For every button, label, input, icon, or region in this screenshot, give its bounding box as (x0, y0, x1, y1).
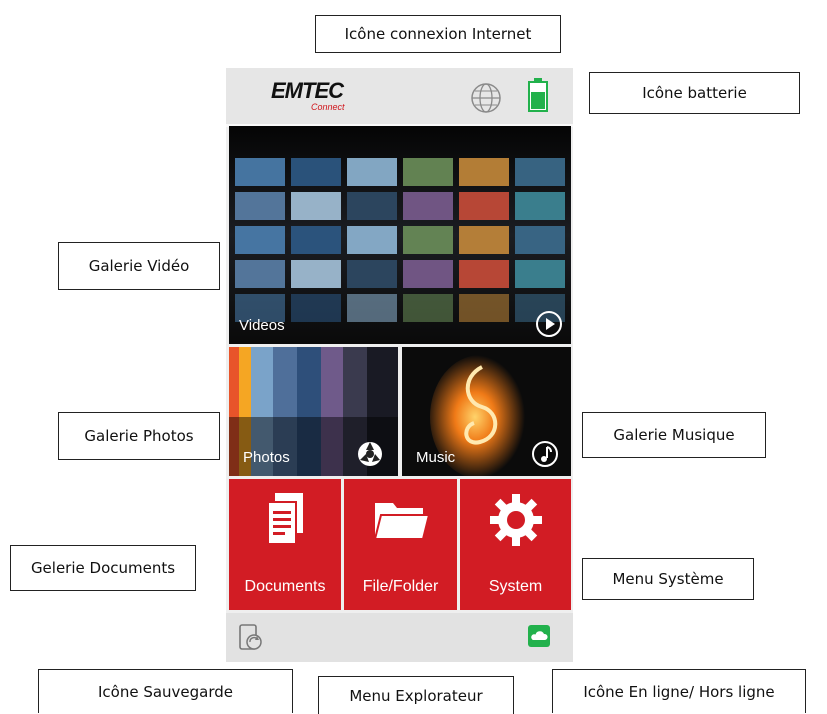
system-tile[interactable]: System (460, 479, 571, 610)
video-thumbnail (235, 192, 285, 220)
app-screen: EMTEC Connect Videos Photos Music Docume… (226, 68, 573, 662)
video-thumbnail (403, 260, 453, 288)
documents-icon (267, 493, 303, 545)
video-thumbnail (515, 158, 565, 186)
documents-label: Documents (244, 578, 326, 595)
video-thumbnail (347, 260, 397, 288)
video-thumbnail (515, 260, 565, 288)
callout-photo-gallery: Galerie Photos (58, 412, 220, 460)
cloud-icon[interactable] (528, 625, 550, 647)
gear-icon (489, 494, 542, 546)
video-wall-image (229, 126, 571, 344)
video-thumbnail (403, 158, 453, 186)
callout-internet: Icône connexion Internet (315, 15, 561, 53)
callout-explorer: Menu Explorateur (318, 676, 514, 714)
video-thumbnail (291, 158, 341, 186)
globe-icon[interactable] (470, 82, 502, 114)
callout-video-gallery: Galerie Vidéo (58, 242, 220, 290)
video-thumbnail (235, 226, 285, 254)
callout-documents-gallery: Gelerie Documents (10, 545, 196, 591)
videos-tile[interactable]: Videos (229, 126, 571, 344)
bottom-bar (226, 613, 573, 662)
photos-tile[interactable]: Photos (229, 347, 398, 476)
video-thumbnail (291, 294, 341, 322)
top-bar: EMTEC Connect (226, 68, 573, 127)
callout-online: Icône En ligne/ Hors ligne (552, 669, 806, 713)
video-thumbnail (459, 158, 509, 186)
callout-battery: Icône batterie (589, 72, 800, 114)
video-thumbnail (291, 260, 341, 288)
video-thumbnail (459, 294, 509, 322)
photos-label: Photos (243, 449, 290, 466)
logo-subtext: Connect (311, 102, 345, 112)
video-thumbnail (347, 192, 397, 220)
video-thumbnail (459, 226, 509, 254)
video-thumbnail (347, 294, 397, 322)
video-thumbnail (235, 158, 285, 186)
video-thumbnail (347, 226, 397, 254)
file-folder-tile[interactable]: File/Folder (344, 479, 457, 610)
video-thumbnail (403, 226, 453, 254)
emtec-logo: EMTEC Connect (271, 78, 351, 118)
documents-tile[interactable]: Documents (229, 479, 341, 610)
video-thumbnail (403, 294, 453, 322)
battery-icon (528, 78, 548, 112)
callout-system-menu: Menu Système (582, 558, 754, 600)
music-tile[interactable]: Music (402, 347, 571, 476)
logo-text: EMTEC (271, 78, 344, 103)
backup-icon[interactable] (236, 623, 266, 653)
video-thumbnail (347, 158, 397, 186)
video-thumbnail (459, 260, 509, 288)
video-thumbnail (459, 192, 509, 220)
aperture-icon (358, 442, 382, 466)
videos-label: Videos (239, 317, 285, 334)
music-label: Music (416, 449, 456, 466)
video-thumbnail (515, 192, 565, 220)
video-thumbnail (403, 192, 453, 220)
folder-icon (373, 503, 430, 540)
video-thumbnail (235, 260, 285, 288)
play-icon (536, 311, 562, 337)
video-thumbnail (291, 192, 341, 220)
music-note-icon (532, 441, 558, 467)
video-thumbnail (291, 226, 341, 254)
file-folder-label: File/Folder (362, 578, 439, 595)
callout-music-gallery: Galerie Musique (582, 412, 766, 458)
system-label: System (488, 578, 543, 595)
video-thumbnail (515, 226, 565, 254)
callout-backup: Icône Sauvegarde (38, 669, 293, 713)
